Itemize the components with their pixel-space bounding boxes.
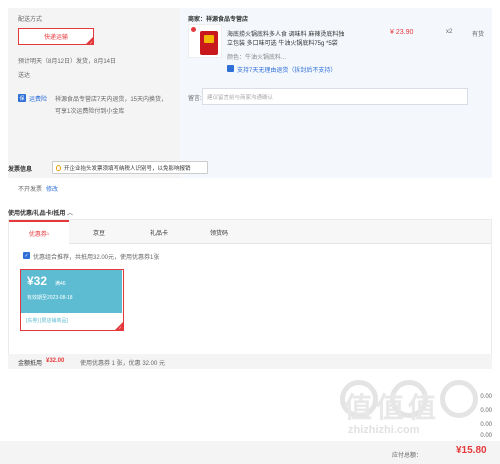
lightbulb-icon (56, 164, 61, 171)
invoice-edit-link[interactable]: 修改 (46, 184, 58, 193)
product-color: 颜色：牛油火锅底料... (227, 55, 287, 61)
coupon-card-header: ¥32 满46 有效期至2023-08-18 (21, 270, 122, 313)
coupon-section-title-text: 使用优惠/礼品卡/抵用 (8, 211, 66, 217)
delivery-arrive: 送达 (18, 73, 31, 79)
summary-label: 金额抵用 (18, 361, 43, 367)
invoice-status: 不开发票 (18, 187, 43, 193)
brand-logo-icon (191, 27, 196, 32)
message-placeholder: 建议留言前与商家沟通确认 (207, 94, 274, 101)
coupon-area: 优惠券 1 京豆 礼品卡 领货码 ✓ 优惠组合推荐，共抵用32.00元，使用优惠… (8, 219, 492, 369)
message-label: 留言: (188, 96, 202, 102)
delivery-title: 配送方式 (18, 17, 43, 23)
tab-jingdou[interactable]: 京豆 (69, 220, 129, 244)
payment-bar: 应付总额： ¥15.80 (0, 441, 500, 464)
tab-gift-card-label: 礼品卡 (149, 230, 168, 237)
express-shipping-label: 快递运输 (43, 35, 68, 41)
totals-area: 0.00 0.00 0.00 0.00 (300, 384, 492, 439)
express-shipping-option[interactable]: 快递运输 ✓ (18, 28, 94, 45)
tab-jingdou-label: 京豆 (92, 230, 105, 237)
summary-amount: ¥32.00 (46, 358, 65, 364)
invoice-title: 发票信息 (8, 167, 33, 173)
refund-icon (227, 65, 234, 72)
chevron-up-icon: ︿ (67, 211, 74, 217)
coupon-validity: 有效期至2023-08-18 (27, 295, 73, 301)
delivery-estimate: 预计明天（8月12日）发货，8月14日 (18, 59, 117, 65)
product-pack-label (204, 35, 214, 43)
total-row-1: 0.00 (480, 394, 492, 400)
coupon-tab-bar: 优惠券 1 京豆 礼品卡 领货码 (9, 220, 491, 245)
delivery-panel: 配送方式 快递运输 ✓ 预计明天（8月12日）发货，8月14日 送达 保 运费险… (8, 8, 180, 178)
summary-detail: 使用优惠券 1 张，优惠 32.00 元 (80, 361, 166, 367)
tab-gift-card[interactable]: 礼品卡 (129, 220, 189, 244)
coupon-card[interactable]: ¥32 满46 有效期至2023-08-18 [东券] [限店铺商品] ✓ (20, 269, 124, 331)
check-icon: ✓ (118, 325, 122, 330)
coupon-condition: 满46 (55, 281, 66, 287)
message-input[interactable]: 建议留言前与商家沟通确认 (202, 88, 468, 105)
pay-label: 应付总额： (392, 453, 423, 459)
service-text-1: 祥源食品专营店7天内退货，15天内换货， (55, 97, 168, 103)
tab-redeem-code-label: 领货码 (209, 230, 228, 237)
tab-coupons-badge: 1 (46, 231, 50, 236)
product-price: ¥ 23.90 (390, 29, 414, 36)
tab-coupons-label: 优惠券 (28, 232, 47, 238)
product-image[interactable] (188, 24, 222, 58)
refund-policy: 支持7天无理由退货（拆封后不支持） (237, 68, 337, 74)
coupon-summary-bar: 金额抵用 ¥32.00 使用优惠券 1 张，优惠 32.00 元 (8, 354, 492, 369)
tab-coupons[interactable]: 优惠券 1 (9, 220, 69, 245)
shop-panel: 商家：祥源食品专营店 海底捞火锅底料多人食 调味料 麻辣烫底料独 立包装 多口味… (180, 8, 492, 178)
invoice-tip: 开企业抬头发票须填写纳税人识别号，以免影响报销 (52, 161, 208, 174)
coupon-section-title[interactable]: 使用优惠/礼品卡/抵用 ︿ (8, 208, 73, 217)
shipping-insurance-icon: 保 (18, 94, 26, 102)
invoice-tip-text: 开企业抬头发票须填写纳税人识别号，以免影响报销 (64, 165, 191, 172)
coupon-amount: ¥32 (27, 274, 48, 288)
stock-status: 有货 (472, 32, 485, 38)
total-row-3: 0.00 (480, 422, 492, 428)
seller-name: 商家：祥源食品专营店 (188, 17, 249, 23)
tab-redeem-code[interactable]: 领货码 (189, 220, 249, 244)
service-text-2: 可享1次运费险付到小金库 (55, 109, 125, 115)
product-title-line-2[interactable]: 立包装 多口味可选 牛油火锅底料75g *5袋 (227, 38, 338, 47)
total-row-4: 0.00 (480, 433, 492, 439)
combo-text: 优惠组合推荐，共抵用32.00元，使用优惠券1张 (33, 255, 160, 261)
product-quantity: x2 (446, 29, 453, 35)
check-icon: ✓ (89, 40, 93, 45)
total-row-2: 0.00 (480, 408, 492, 414)
shipping-insurance-link[interactable]: 运费险 (29, 94, 47, 103)
coupon-tags: [东券] [限店铺商品] (26, 318, 68, 324)
pay-amount: ¥15.80 (456, 445, 487, 456)
product-title-line-1[interactable]: 海底捞火锅底料多人食 调味料 麻辣烫底料独 (227, 29, 344, 38)
combo-checkbox[interactable]: ✓ (23, 252, 30, 259)
